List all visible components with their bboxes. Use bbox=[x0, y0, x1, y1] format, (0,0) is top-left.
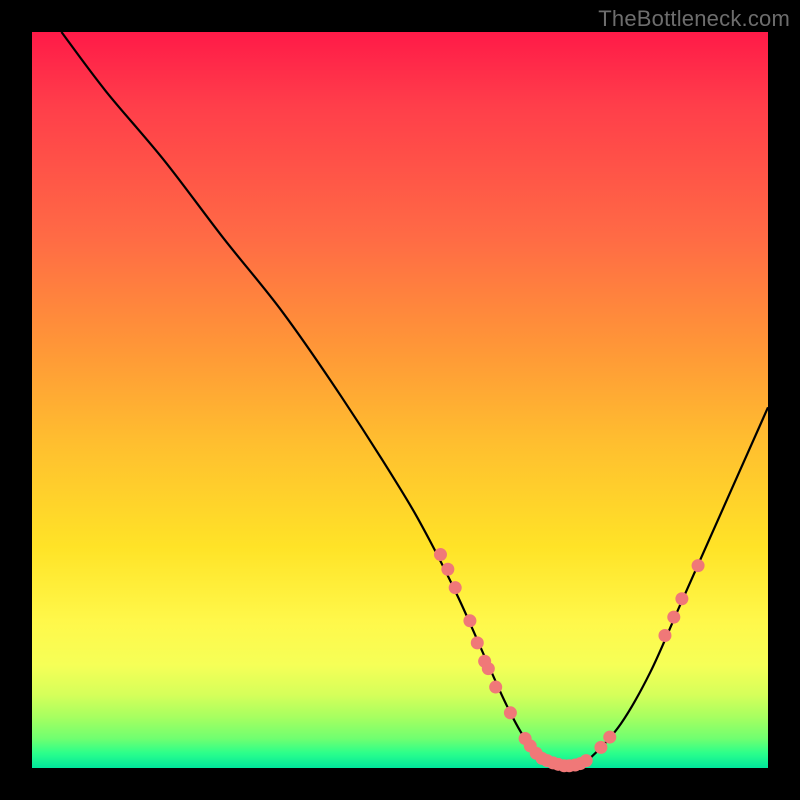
data-point bbox=[658, 629, 671, 642]
watermark-text: TheBottleneck.com bbox=[598, 6, 790, 32]
chart-frame: TheBottleneck.com bbox=[0, 0, 800, 800]
data-point bbox=[482, 662, 495, 675]
data-point bbox=[594, 741, 607, 754]
bottleneck-curve-svg bbox=[32, 32, 768, 768]
plot-area bbox=[32, 32, 768, 768]
data-point bbox=[580, 754, 593, 767]
data-point bbox=[449, 581, 462, 594]
data-point bbox=[471, 636, 484, 649]
data-point bbox=[504, 706, 517, 719]
data-point bbox=[603, 731, 616, 744]
data-point bbox=[463, 614, 476, 627]
bottleneck-curve bbox=[61, 32, 768, 767]
data-point bbox=[667, 611, 680, 624]
data-point bbox=[434, 548, 447, 561]
data-point bbox=[675, 592, 688, 605]
data-point bbox=[489, 681, 502, 694]
data-point bbox=[441, 563, 454, 576]
curve-markers bbox=[434, 548, 705, 772]
data-point bbox=[692, 559, 705, 572]
